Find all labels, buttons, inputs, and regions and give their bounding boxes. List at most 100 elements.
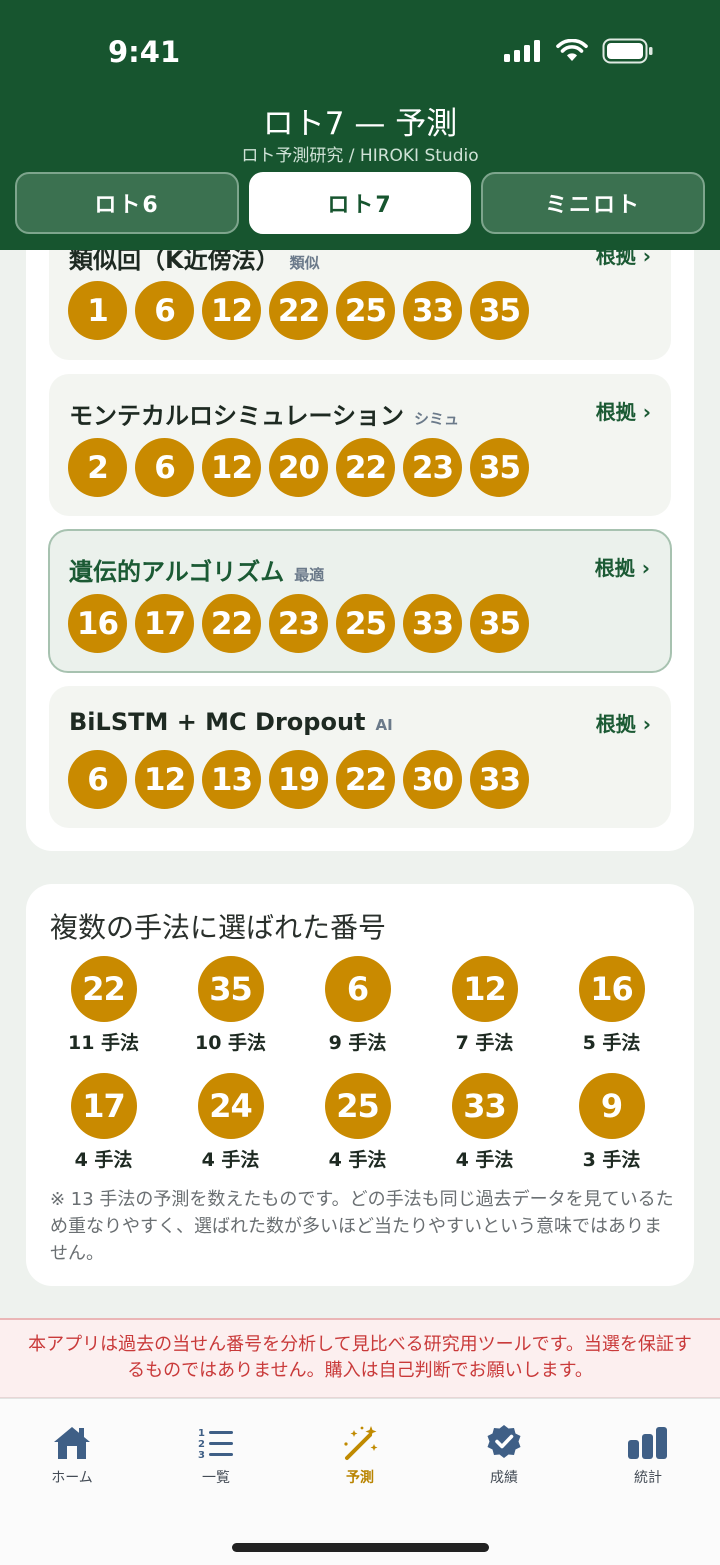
number-ball: 22 xyxy=(202,594,261,653)
number-ball: 13 xyxy=(202,750,261,809)
method-count: 5 手法 xyxy=(582,1032,641,1054)
number-ball: 25 xyxy=(324,1073,391,1139)
multi-item: 35 10 手法 xyxy=(167,956,294,1055)
multi-item: 16 5 手法 xyxy=(548,956,675,1055)
number-ball: 35 xyxy=(197,956,264,1022)
rationale-link[interactable]: 根拠 › xyxy=(596,396,651,425)
app-header: 9:41 ロト7 — 予測 ロト予測研究 / HIROKI Studio ロト6… xyxy=(0,0,720,250)
number-ball: 22 xyxy=(336,750,395,809)
number-ball: 22 xyxy=(336,438,395,497)
number-balls: 1 6 12 22 25 33 35 xyxy=(68,281,529,340)
multi-note: ※ 13 手法の予測を数えたものです。どの手法も同じ過去データを見ているため重な… xyxy=(50,1189,674,1264)
number-ball: 6 xyxy=(68,750,127,809)
nav-label: 成績 xyxy=(490,1470,518,1486)
number-ball: 25 xyxy=(336,281,395,340)
svg-text:2: 2 xyxy=(198,1439,205,1450)
page-subtitle: ロト予測研究 / HIROKI Studio xyxy=(241,146,479,166)
method-card-bilstm[interactable]: BiLSTM + MC Dropout AI 根拠 › 6 12 13 19 22… xyxy=(49,686,671,828)
method-name: 遺伝的アルゴリズム 最適 xyxy=(69,558,325,586)
method-card-genetic[interactable]: 遺伝的アルゴリズム 最適 根拠 › 16 17 22 23 25 33 35 xyxy=(48,529,672,673)
method-count: 3 手法 xyxy=(582,1149,641,1171)
disclaimer-banner: 本アプリは過去の当せん番号を分析して見比べる研究用ツールです。当選を保証するもの… xyxy=(0,1318,720,1398)
method-tag: 最適 xyxy=(294,566,325,584)
method-name: BiLSTM + MC Dropout AI xyxy=(69,708,393,736)
number-ball: 16 xyxy=(68,594,127,653)
nav-item-results[interactable]: 成績 xyxy=(444,1423,564,1487)
number-ball: 12 xyxy=(451,956,518,1022)
number-balls: 2 6 12 20 22 23 35 xyxy=(68,438,529,497)
svg-text:1: 1 xyxy=(198,1428,205,1439)
method-tag: シミュ xyxy=(414,410,460,428)
method-count: 4 手法 xyxy=(201,1149,260,1171)
number-ball: 25 xyxy=(336,594,395,653)
nav-item-predict[interactable]: 予測 xyxy=(300,1423,420,1487)
tab-loto7[interactable]: ロト7 xyxy=(249,172,471,234)
number-ball: 33 xyxy=(403,281,462,340)
method-count: 11 手法 xyxy=(67,1032,140,1054)
number-ball: 6 xyxy=(135,281,194,340)
number-ball: 12 xyxy=(135,750,194,809)
number-ball: 6 xyxy=(324,956,391,1022)
home-icon xyxy=(54,1427,90,1459)
number-ball: 35 xyxy=(470,438,529,497)
number-ball: 12 xyxy=(202,438,261,497)
bottom-nav: ホーム 1 2 3 一覧 予測 成績 統計 xyxy=(0,1398,720,1565)
number-ball: 6 xyxy=(135,438,194,497)
number-ball: 30 xyxy=(403,750,462,809)
number-ball: 35 xyxy=(470,594,529,653)
multi-item: 12 7 手法 xyxy=(421,956,548,1055)
multi-item: 17 4 手法 xyxy=(40,1073,167,1172)
number-ball: 19 xyxy=(269,750,328,809)
nav-item-stats[interactable]: 統計 xyxy=(588,1423,708,1487)
lottery-tabs: ロト6 ロト7 ミニロト xyxy=(15,172,705,234)
number-ball: 17 xyxy=(135,594,194,653)
page-title: ロト7 — 予測 xyxy=(262,106,458,142)
multi-item: 33 4 手法 xyxy=(421,1073,548,1172)
nav-item-home[interactable]: ホーム xyxy=(12,1423,132,1487)
nav-label: 統計 xyxy=(634,1470,662,1486)
multi-title: 複数の手法に選ばれた番号 xyxy=(50,911,387,944)
status-icons xyxy=(504,38,654,64)
number-ball: 33 xyxy=(451,1073,518,1139)
status-time: 9:41 xyxy=(108,35,181,69)
number-ball: 35 xyxy=(470,281,529,340)
method-count: 4 手法 xyxy=(74,1149,133,1171)
number-ball: 2 xyxy=(68,438,127,497)
number-ball: 22 xyxy=(269,281,328,340)
nav-label: 一覧 xyxy=(202,1470,230,1486)
number-ball: 9 xyxy=(578,1073,645,1139)
nav-label: ホーム xyxy=(51,1470,93,1486)
multi-method-card: 複数の手法に選ばれた番号 22 11 手法 35 10 手法 6 9 手法 12 7 手… xyxy=(26,884,694,1286)
number-ball: 20 xyxy=(269,438,328,497)
method-card-monte-carlo[interactable]: モンテカルロシミュレーション シミュ 根拠 › 2 6 12 20 22 23 3… xyxy=(49,374,671,516)
number-ball: 17 xyxy=(70,1073,137,1139)
number-balls: 16 17 22 23 25 33 35 xyxy=(68,594,529,653)
method-count: 4 手法 xyxy=(455,1149,514,1171)
multi-item: 6 9 手法 xyxy=(294,956,421,1055)
method-count: 7 手法 xyxy=(455,1032,514,1054)
number-ball: 33 xyxy=(403,594,462,653)
number-ball: 24 xyxy=(197,1073,264,1139)
signal-icon xyxy=(504,40,540,62)
method-tag: AI xyxy=(375,716,393,734)
method-count: 9 手法 xyxy=(328,1032,387,1054)
method-count: 10 手法 xyxy=(194,1032,267,1054)
home-indicator[interactable] xyxy=(232,1543,489,1552)
number-ball: 33 xyxy=(470,750,529,809)
nav-item-list[interactable]: 1 2 3 一覧 xyxy=(156,1423,276,1487)
svg-text:3: 3 xyxy=(198,1450,205,1460)
magic-wand-icon xyxy=(344,1426,378,1460)
tab-miniloto[interactable]: ミニロト xyxy=(481,172,705,234)
rationale-link[interactable]: 根拠 › xyxy=(596,708,651,737)
wifi-icon xyxy=(556,39,588,61)
multi-item: 25 4 手法 xyxy=(294,1073,421,1172)
number-ball: 12 xyxy=(202,281,261,340)
rationale-link[interactable]: 根拠 › xyxy=(595,552,650,581)
multi-item: 22 11 手法 xyxy=(40,956,167,1055)
tab-loto6[interactable]: ロト6 xyxy=(15,172,239,234)
bar-chart-icon xyxy=(628,1427,667,1459)
multi-number-grid: 22 11 手法 35 10 手法 6 9 手法 12 7 手法 16 5 手法 17 4 … xyxy=(40,956,680,1172)
battery-icon xyxy=(602,38,653,64)
multi-item: 24 4 手法 xyxy=(167,1073,294,1172)
method-name: モンテカルロシミュレーション シミュ xyxy=(69,402,460,430)
